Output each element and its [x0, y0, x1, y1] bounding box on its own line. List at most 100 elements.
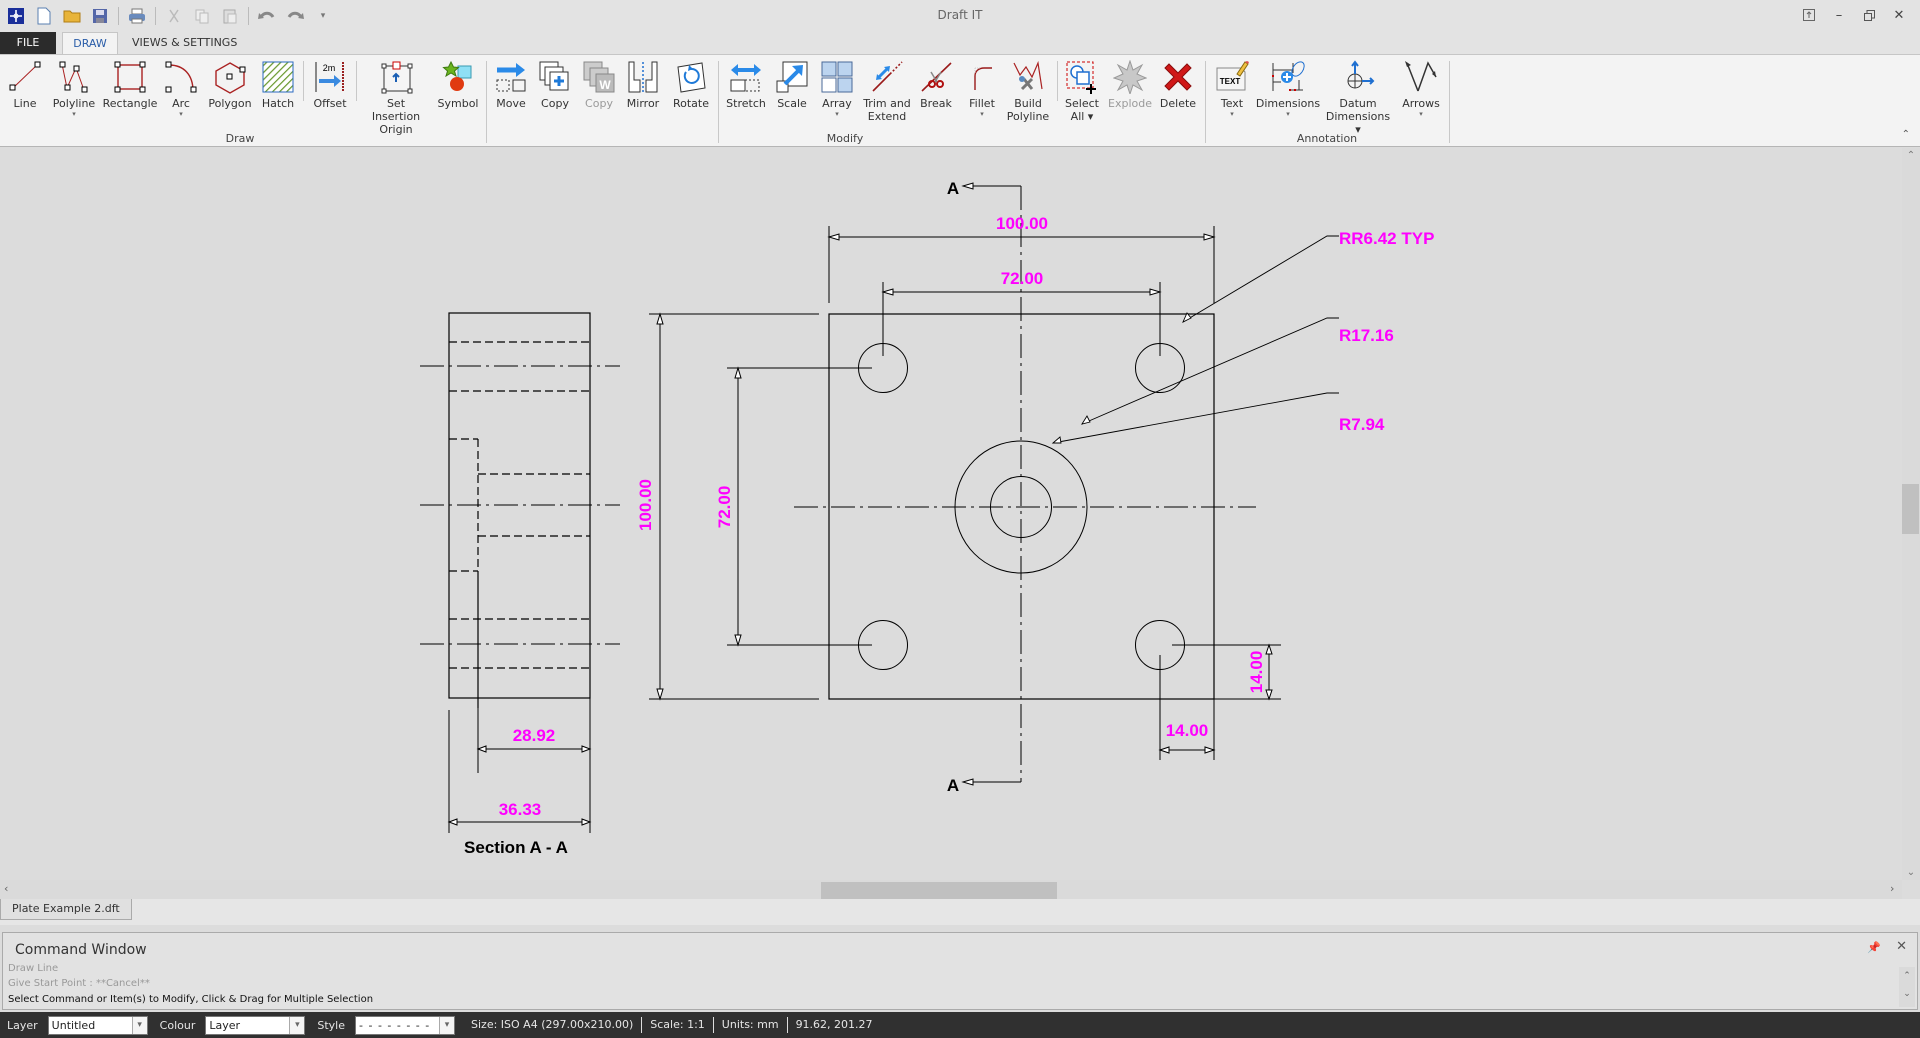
chevron-down-icon: ▾: [439, 1016, 455, 1034]
build-polyline-button[interactable]: Build Polyline: [1006, 59, 1050, 123]
svg-text:W: W: [599, 78, 611, 92]
section-title: Section A - A: [464, 838, 568, 857]
fillet-button[interactable]: Fillet ▾: [964, 59, 1000, 118]
group-separator: [303, 61, 304, 101]
move-label: Move: [496, 97, 526, 110]
chevron-down-icon: ▾: [179, 110, 183, 118]
minimize-icon[interactable]: –: [1824, 4, 1854, 26]
line-icon: [7, 59, 43, 95]
offset-label: Offset: [313, 97, 347, 110]
arrows-button[interactable]: Arrows ▾: [1400, 59, 1442, 118]
dim-text-section-thickness: 36.33: [499, 800, 542, 819]
chevron-down-icon: ▾: [72, 110, 76, 118]
tab-views-settings[interactable]: VIEWS & SETTINGS: [120, 32, 249, 54]
dim-text-plate-height: 100.00: [636, 479, 655, 531]
collapse-ribbon-icon[interactable]: ⌃: [1902, 129, 1910, 140]
arc-icon: [163, 59, 199, 95]
svg-text:TEXT: TEXT: [1220, 77, 1241, 86]
close-icon[interactable]: ✕: [1884, 4, 1914, 26]
scroll-up-icon[interactable]: ⌃: [1904, 150, 1918, 161]
copy-icon: [537, 59, 573, 95]
symbol-icon: [440, 59, 476, 95]
layer-label: Layer: [7, 1018, 38, 1032]
close-command-window-icon[interactable]: ✕: [1896, 939, 1907, 954]
fillet-label: Fillet: [969, 97, 995, 110]
horizontal-scroll-thumb[interactable]: [821, 882, 1057, 899]
group-separator: [718, 61, 719, 143]
set-insertion-origin-button[interactable]: Set Insertion Origin: [362, 59, 430, 136]
mirror-button[interactable]: Mirror: [624, 59, 662, 110]
command-window-scrollbar[interactable]: ⌃ ⌄: [1899, 967, 1915, 1007]
array-label: Array: [822, 97, 852, 110]
text-icon: TEXT: [1214, 59, 1250, 95]
group-separator: [1205, 61, 1206, 143]
document-tab[interactable]: Plate Example 2.dft: [0, 899, 132, 920]
insertion-origin-icon: [378, 59, 414, 95]
trim-extend-button[interactable]: Trim and Extend: [862, 59, 912, 123]
array-button[interactable]: Array ▾: [818, 59, 856, 118]
style-select-value: - - - - - - - -: [359, 1018, 431, 1032]
symbol-button[interactable]: Symbol: [436, 59, 480, 110]
dimensions-button[interactable]: Dimensions ▾: [1256, 59, 1320, 118]
dim-text-hole-spacing-y: 72.00: [715, 486, 734, 529]
cursor-coordinates: 91.62, 201.27: [795, 1018, 873, 1031]
copy-button[interactable]: Copy: [536, 59, 574, 110]
style-select[interactable]: - - - - - - - - ▾: [355, 1015, 456, 1035]
scroll-down-icon[interactable]: ⌄: [1904, 867, 1918, 878]
ribbon-display-icon[interactable]: [1794, 4, 1824, 26]
fillet-icon: [964, 59, 1000, 95]
delete-label: Delete: [1159, 97, 1197, 110]
stretch-button[interactable]: Stretch: [724, 59, 768, 110]
chevron-down-icon: ▾: [131, 1016, 147, 1034]
drawing-canvas[interactable]: A A Section A - A 100.00 72.00 100.00 72…: [0, 148, 1902, 880]
colour-select[interactable]: Layer ▾: [205, 1015, 306, 1035]
layer-select[interactable]: Untitled ▾: [47, 1015, 148, 1035]
dim-text-plate-width: 100.00: [996, 214, 1048, 233]
delete-icon: [1160, 59, 1196, 95]
style-label: Style: [317, 1018, 346, 1032]
copy-label: Copy: [541, 97, 569, 110]
polyline-button[interactable]: Polyline ▾: [52, 59, 96, 118]
pin-icon[interactable]: 📌: [1867, 941, 1881, 954]
datum-dimensions-button[interactable]: Datum Dimensions ▾: [1322, 59, 1394, 136]
line-label: Line: [13, 97, 37, 110]
drawing-svg: A A Section A - A 100.00 72.00 100.00 72…: [420, 179, 1434, 857]
vertical-scroll-thumb[interactable]: [1902, 484, 1919, 534]
line-button[interactable]: Line: [8, 59, 42, 110]
section-marker-top: A: [947, 179, 959, 198]
copy-format-icon: W: [581, 59, 617, 95]
scroll-right-icon[interactable]: ›: [1890, 882, 1894, 895]
scale-button[interactable]: Scale: [774, 59, 810, 110]
callout-counterbore: R17.16: [1339, 326, 1394, 345]
group-separator: [1057, 61, 1058, 101]
rectangle-button[interactable]: Rectangle: [103, 59, 157, 110]
scroll-left-icon[interactable]: ‹: [4, 882, 8, 895]
offset-button[interactable]: 2m Offset: [312, 59, 348, 110]
build-polyline-icon: [1010, 59, 1046, 95]
explode-button[interactable]: Explode: [1108, 59, 1152, 110]
chevron-down-icon: ▾: [289, 1016, 305, 1034]
text-button[interactable]: TEXT Text ▾: [1214, 59, 1250, 118]
hatch-icon: [260, 59, 296, 95]
dim-14h-extension-lines: [1159, 655, 1215, 760]
rotate-icon: [673, 59, 709, 95]
hatch-button[interactable]: Hatch: [260, 59, 296, 110]
move-button[interactable]: Move: [492, 59, 530, 110]
tab-file[interactable]: FILE: [0, 32, 56, 54]
break-button[interactable]: Break: [916, 59, 956, 110]
rotate-button[interactable]: Rotate: [670, 59, 712, 110]
copy-format-label: Copy: [585, 97, 613, 110]
polygon-button[interactable]: Polygon: [208, 59, 252, 110]
select-all-button[interactable]: Select All ▾: [1064, 59, 1100, 123]
group-separator: [1449, 61, 1450, 143]
horizontal-scrollbar[interactable]: ‹ ›: [0, 880, 1902, 899]
vertical-scrollbar[interactable]: ⌃ ⌄: [1902, 148, 1920, 880]
command-window-title: Command Window: [15, 942, 147, 958]
arc-button[interactable]: Arc ▾: [164, 59, 198, 118]
status-bar: Layer Untitled ▾ Colour Layer ▾ Style - …: [0, 1012, 1920, 1038]
restore-icon[interactable]: [1854, 4, 1884, 26]
tab-draw[interactable]: DRAW: [62, 32, 118, 55]
copy-format-button[interactable]: W Copy: [580, 59, 618, 110]
delete-button[interactable]: Delete: [1158, 59, 1198, 110]
select-all-label-2: All ▾: [1070, 110, 1094, 123]
